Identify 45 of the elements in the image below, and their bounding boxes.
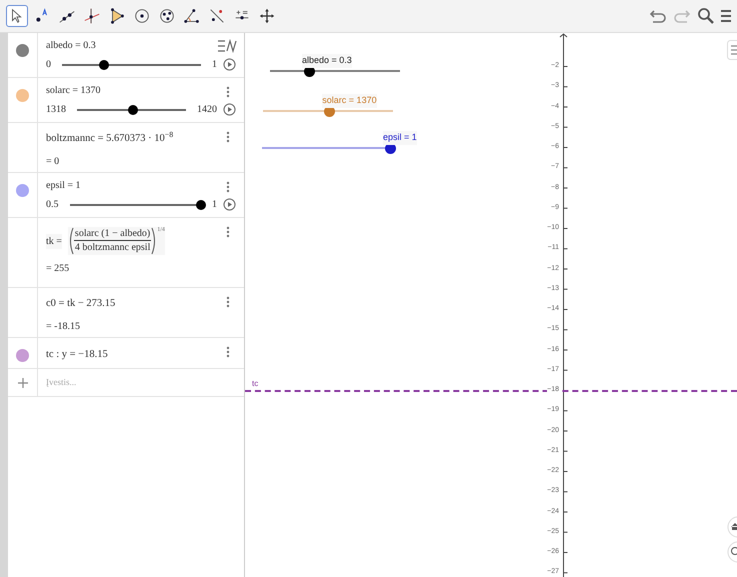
definition-text: albedo = 0.3 bbox=[46, 39, 96, 53]
slider-thumb[interactable] bbox=[196, 200, 206, 210]
more-icon[interactable] bbox=[226, 226, 230, 238]
slider-max: 1 bbox=[212, 198, 217, 212]
slider-label: albedo = 0.3 bbox=[302, 54, 352, 68]
play-icon[interactable] bbox=[223, 103, 236, 116]
play-icon[interactable] bbox=[223, 58, 236, 71]
definition-text: tk = bbox=[46, 234, 62, 248]
result-text: = 255 bbox=[46, 262, 70, 276]
more-icon[interactable] bbox=[226, 131, 230, 143]
home-icon[interactable] bbox=[727, 516, 737, 538]
more-icon[interactable] bbox=[226, 346, 230, 358]
slider-label: solarc = 1370 bbox=[322, 94, 377, 108]
slider-thumb[interactable] bbox=[98, 60, 109, 70]
line-label: tc bbox=[252, 378, 258, 390]
slider-max: 1 bbox=[212, 58, 217, 72]
slider-label: epsil = 1 bbox=[383, 131, 417, 144]
paren-icon bbox=[68, 227, 74, 255]
undo-icon[interactable] bbox=[649, 9, 667, 23]
search-icon[interactable] bbox=[697, 7, 715, 25]
more-icon[interactable] bbox=[226, 181, 230, 193]
slider-min: 1318 bbox=[46, 103, 66, 117]
slider-thumb[interactable] bbox=[128, 104, 138, 114]
visibility-marble[interactable] bbox=[16, 44, 29, 57]
result-text: = -18.15 bbox=[46, 320, 80, 334]
menu-icon[interactable] bbox=[721, 8, 731, 24]
pointer-icon[interactable] bbox=[6, 5, 28, 27]
denominator-text: 4 boltzmannc epsil bbox=[74, 241, 150, 254]
zoom-in-icon[interactable] bbox=[727, 541, 737, 563]
add-icon[interactable] bbox=[18, 378, 28, 388]
definition-text: solarc = 1370 bbox=[46, 84, 101, 98]
play-icon[interactable] bbox=[223, 198, 236, 211]
definition-text: epsil = 1 bbox=[46, 179, 81, 193]
more-icon[interactable] bbox=[226, 296, 230, 308]
more-icon[interactable] bbox=[226, 86, 230, 98]
definition-text: tc : y = −18.15 bbox=[46, 348, 108, 362]
definition-text: boltzmannc = 5.670373 · 10$^{−8}$ bbox=[46, 129, 174, 146]
paren-icon bbox=[151, 227, 158, 255]
numerator-text: solarc (1 − albedo) bbox=[74, 227, 152, 241]
slider-min: 0.5 bbox=[46, 198, 58, 212]
definition-text: c0 = tk − 273.15 bbox=[46, 297, 116, 311]
style-bar-icon[interactable] bbox=[727, 40, 737, 60]
slider-min: 0 bbox=[46, 58, 51, 72]
result-text: = 0 bbox=[46, 154, 60, 169]
slider-max: 1420 bbox=[197, 103, 217, 117]
